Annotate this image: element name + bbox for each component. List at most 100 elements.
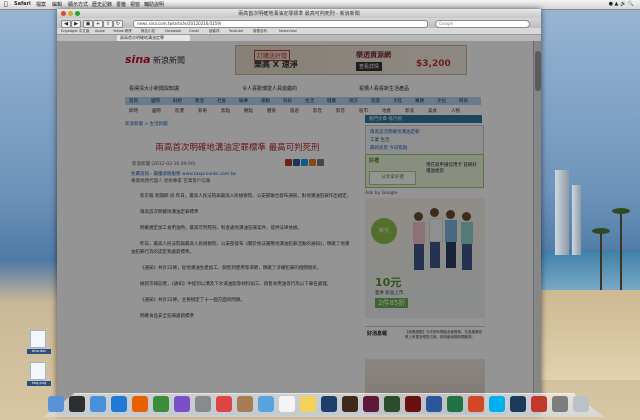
desktop-file-icon[interactable]: sina.doc (27, 330, 51, 354)
add-bookmark-button[interactable]: + (93, 20, 103, 28)
page-scrollbar[interactable] (533, 41, 541, 414)
fashion-ad[interactable]: 新光 10元 夏季 新品上市 2件85折 (365, 198, 485, 318)
preview-icon[interactable] (258, 396, 274, 412)
share-twitter-icon[interactable] (301, 159, 308, 166)
bookmark-item[interactable]: 無名小站 (141, 29, 155, 34)
nav-item[interactable]: 財經 (173, 98, 182, 104)
subnav-item[interactable]: 美食 (428, 108, 437, 114)
nav-item[interactable]: 運動 (261, 98, 270, 104)
subnav-item[interactable]: 人物 (451, 108, 460, 114)
flash-icon[interactable] (405, 396, 421, 412)
menu-view[interactable]: 顯示方式 (68, 1, 88, 8)
bookmark-item[interactable]: Apple (95, 29, 105, 33)
nav-item[interactable]: 政治 (195, 98, 204, 104)
illustrator-icon[interactable] (342, 396, 358, 412)
parallels-icon[interactable] (531, 396, 547, 412)
calendar-icon[interactable] (216, 396, 232, 412)
word-icon[interactable] (426, 396, 442, 412)
share-email-icon[interactable] (317, 159, 324, 166)
subnav-item[interactable]: 即時 (129, 108, 138, 114)
bookmark-item[interactable]: 維基百科 (253, 29, 267, 34)
reload-icon[interactable]: ↻ (113, 20, 123, 28)
subnav-item[interactable]: 體育 (267, 108, 276, 114)
trash-icon[interactable] (573, 396, 589, 412)
top-link[interactable]: 看慣人看看新生活產品 (359, 85, 409, 92)
photoshop-icon[interactable] (321, 396, 337, 412)
menu-extras[interactable]: ● ▲ 🔊 🔍 (609, 1, 634, 7)
excel-icon[interactable] (447, 396, 463, 412)
nav-item[interactable]: 娛樂 (239, 98, 248, 104)
banner-button[interactable]: 查看詳情 (356, 62, 383, 71)
bookmark-item[interactable]: Facebook (165, 29, 181, 33)
finder-icon[interactable] (48, 396, 64, 412)
desktop-file-icon[interactable]: img.png (27, 362, 51, 386)
menu-window[interactable]: 視窗 (130, 1, 140, 8)
sidebar-link[interactable]: 兩高首次明確地溝油定罪 (370, 129, 420, 135)
subnav-item[interactable]: 焦點 (221, 108, 230, 114)
bookmark-item[interactable]: Engadget 中文版 (61, 29, 89, 34)
subnav-item[interactable]: 影音 (313, 108, 322, 114)
address-book-icon[interactable] (237, 396, 253, 412)
subnav-item[interactable]: 國際 (152, 108, 161, 114)
subnav-item[interactable]: 觀點 (244, 108, 253, 114)
nav-item[interactable]: 地方 (349, 98, 358, 104)
indesign-icon[interactable] (363, 396, 379, 412)
nav-item[interactable]: 旅遊 (371, 98, 380, 104)
notes-icon[interactable] (300, 396, 316, 412)
text-ad-link[interactable]: 免費諮詢 - 最優退稅服務 www.taxprovide.com.tw (131, 171, 236, 177)
bookmark-item[interactable]: Yahoo!奇摩 (113, 29, 132, 34)
textedit-icon[interactable] (279, 396, 295, 412)
top-link[interactable]: 看得清大小新聞與知識 (129, 85, 179, 92)
menu-file[interactable]: 檔案 (36, 1, 46, 8)
powerpoint-icon[interactable] (468, 396, 484, 412)
banner-ad[interactable]: 訂購送好禮 樂高 X 速淨 樂透資源網 查看詳情 $3,200 (235, 45, 467, 75)
menu-help[interactable]: 輔助說明 (144, 1, 164, 8)
top-link[interactable]: 令人喜歡博愛人員遊戲的 (242, 85, 297, 92)
safari-icon[interactable] (111, 396, 127, 412)
subnav-item[interactable]: 新奇 (198, 108, 207, 114)
promo-button[interactable]: 分享拿好禮 (369, 171, 416, 185)
share-button[interactable]: ⇧ (103, 20, 113, 28)
skype-icon[interactable] (489, 396, 505, 412)
nav-item[interactable]: 大陸 (393, 98, 402, 104)
ads-by-google[interactable]: Ads by Google (365, 191, 397, 196)
forward-button[interactable]: ▶ (71, 20, 81, 28)
bookmark-item[interactable]: NewsView (279, 29, 297, 33)
firefox-icon[interactable] (132, 396, 148, 412)
nav-item[interactable]: 文化 (437, 98, 446, 104)
nav-item[interactable]: 社會 (217, 98, 226, 104)
share-plurk-icon[interactable] (309, 159, 316, 166)
mail-icon[interactable] (90, 396, 106, 412)
nav-item[interactable]: 專題 (415, 98, 424, 104)
bookmark-item[interactable]: Gmail (189, 29, 199, 33)
subnav-item[interactable]: 地產 (382, 108, 391, 114)
menu-bookmarks[interactable]: 書籤 (116, 1, 126, 8)
subnav-item[interactable]: 影音 (336, 108, 345, 114)
nav-item[interactable]: 國際 (151, 98, 160, 104)
scrollbar-thumb[interactable] (535, 51, 541, 91)
sina-logo[interactable]: sina (125, 53, 151, 66)
dashboard-icon[interactable] (69, 396, 85, 412)
nav-item[interactable]: 時尚 (459, 98, 468, 104)
nav-item[interactable]: 科技 (283, 98, 292, 104)
sidebar-link[interactable]: 最新訊息 今日焦點 (370, 145, 407, 151)
news-ad[interactable]: 好消息報 【政策調整】今天明年開始全面實施，在各產業政策上有更多應對方案，請持續… (365, 326, 485, 357)
search-input[interactable]: Google (435, 20, 530, 28)
share-facebook-icon[interactable] (293, 159, 300, 166)
subnav-item[interactable]: 股市 (359, 108, 368, 114)
menu-history[interactable]: 歷史記錄 (92, 1, 112, 8)
bookmark-item[interactable]: Youtube (229, 29, 243, 33)
chrome-icon[interactable] (153, 396, 169, 412)
photo-icon[interactable] (195, 396, 211, 412)
dreamweaver-icon[interactable] (384, 396, 400, 412)
subnav-item[interactable]: 新浪 (405, 108, 414, 114)
share-weibo-icon[interactable] (285, 159, 292, 166)
itunes-icon[interactable] (174, 396, 190, 412)
subnav-item[interactable]: 陸港 (175, 108, 184, 114)
address-bar[interactable]: news.sina.com.tw/article/20120216/3159/ (133, 20, 428, 28)
reader-button[interactable]: ▣ (83, 20, 93, 28)
nav-item[interactable]: 健康 (327, 98, 336, 104)
bookmark-item[interactable]: 痞客邦 (209, 29, 220, 34)
nav-item[interactable]: 首頁 (129, 98, 138, 104)
app-menu[interactable]: Safari (14, 1, 31, 7)
